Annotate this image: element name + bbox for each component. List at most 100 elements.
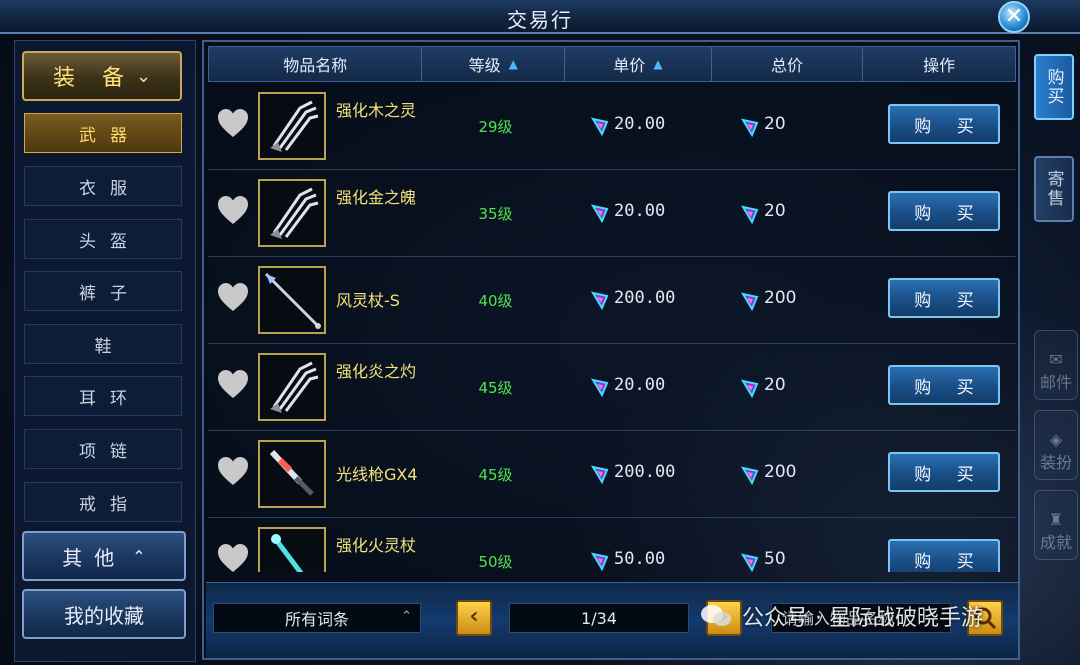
sort-up-icon: ▲: [508, 57, 518, 71]
column-header-action: 操作: [863, 47, 1015, 81]
header-label: 总价: [771, 56, 804, 75]
sidebar-item-earring[interactable]: 耳环: [24, 376, 182, 416]
favorite-heart-icon[interactable]: [216, 542, 250, 572]
title-bar: 交易行 ✕: [0, 0, 1080, 34]
sidebar-item-label: 戒指: [79, 494, 141, 515]
diamond-currency-icon: [590, 552, 609, 571]
table-row: 强化火灵杖 50级 50.00 50 购 买: [208, 519, 1016, 572]
sidebar-item-label: 衣服: [79, 178, 141, 199]
sidebar-item-label: 鞋: [94, 336, 126, 357]
item-name: 强化火灵杖: [336, 536, 417, 555]
favorite-heart-icon[interactable]: [216, 194, 250, 228]
staff-weapon-icon: [264, 272, 321, 329]
sidebar-item-ring[interactable]: 戒指: [24, 482, 182, 522]
item-level: 50级: [478, 553, 513, 571]
favorite-heart-icon[interactable]: [216, 455, 250, 489]
diamond-currency-icon: [590, 291, 609, 310]
header-label: 单价: [613, 56, 646, 75]
column-header-name[interactable]: 物品名称: [209, 47, 423, 81]
page-indicator: 1/34: [509, 603, 689, 633]
buy-button[interactable]: 购 买: [888, 365, 1000, 405]
diamond-currency-icon: [740, 466, 759, 485]
laser-gun-icon: [269, 449, 314, 496]
fire-staff-icon: [271, 534, 304, 572]
tab-mail[interactable]: ✉ 邮件: [1034, 330, 1078, 400]
tab-consign[interactable]: 寄售: [1034, 156, 1074, 222]
item-name: 强化木之灵: [336, 101, 417, 120]
sidebar-item-helmet[interactable]: 头盔: [24, 219, 182, 259]
sidebar-item-label: 裤子: [79, 283, 141, 304]
buy-button[interactable]: 购 买: [888, 278, 1000, 318]
sidebar-item-label: 耳环: [79, 388, 141, 409]
buy-button[interactable]: 购 买: [888, 452, 1000, 492]
item-thumbnail[interactable]: [258, 92, 326, 160]
tab-label: 成就: [1039, 533, 1072, 552]
sidebar-item-pants[interactable]: 裤子: [24, 271, 182, 311]
total-price: 20: [764, 375, 786, 395]
claw-weapon-icon: [270, 361, 319, 413]
wechat-icon: [701, 605, 731, 626]
window-title: 交易行: [507, 8, 573, 32]
total-price: 200: [764, 462, 797, 482]
sidebar-item-clothes[interactable]: 衣服: [24, 166, 182, 206]
item-name: 强化炎之灼: [336, 362, 417, 381]
header-label: 操作: [923, 56, 956, 75]
prev-page-button[interactable]: ‹: [456, 600, 492, 636]
tab-achievement[interactable]: ♜ 成就: [1034, 490, 1078, 560]
favorites-label: 我的收藏: [64, 603, 144, 628]
column-header-total-price[interactable]: 总价: [712, 47, 864, 81]
header-label: 物品名称: [283, 56, 348, 75]
sidebar-item-label: 武器: [79, 125, 141, 146]
category-other-button[interactable]: 其他 ⌃: [22, 531, 186, 581]
total-price: 200: [764, 288, 797, 308]
tab-outfit[interactable]: ◈ 装扮: [1034, 410, 1078, 480]
item-level: 45级: [478, 379, 513, 397]
item-level: 29级: [478, 118, 513, 136]
my-favorites-button[interactable]: 我的收藏: [22, 589, 186, 639]
unit-price: 20.00: [614, 114, 666, 134]
affix-filter-select[interactable]: 所有词条 ⌃: [213, 603, 421, 633]
diamond-currency-icon: [740, 379, 759, 398]
diamond-currency-icon: [740, 205, 759, 224]
item-thumbnail[interactable]: [258, 527, 326, 572]
item-thumbnail[interactable]: [258, 353, 326, 421]
close-icon: ✕: [1004, 4, 1024, 29]
buy-button[interactable]: 购 买: [888, 191, 1000, 231]
sidebar-item-weapon[interactable]: 武器: [24, 113, 182, 153]
claw-weapon-icon: [270, 187, 319, 239]
mail-icon: ✉: [1049, 350, 1063, 369]
unit-price: 50.00: [614, 549, 666, 569]
item-thumbnail[interactable]: [258, 440, 326, 508]
sidebar-item-necklace[interactable]: 项链: [24, 429, 182, 469]
close-button[interactable]: ✕: [998, 1, 1030, 33]
chevron-down-icon: ⌄: [135, 65, 152, 87]
favorite-heart-icon[interactable]: [216, 107, 250, 141]
buy-button[interactable]: 购 买: [888, 104, 1000, 144]
column-header-unit-price[interactable]: 单价 ▲: [565, 47, 712, 81]
diamond-currency-icon: [740, 292, 759, 311]
item-name: 强化金之魄: [336, 188, 417, 207]
claw-weapon-icon: [270, 100, 319, 152]
buy-button[interactable]: 购 买: [888, 539, 1000, 572]
item-thumbnail[interactable]: [258, 179, 326, 247]
table-row: 强化木之灵 29级 20.00 20 购 买: [208, 84, 1016, 170]
sidebar-item-shoes[interactable]: 鞋: [24, 324, 182, 364]
unit-price: 200.00: [614, 288, 676, 308]
column-header-level[interactable]: 等级 ▲: [422, 47, 566, 81]
favorite-heart-icon[interactable]: [216, 368, 250, 402]
category-sidebar: 装 备 ⌄ 武器 衣服 头盔 裤子 鞋 耳环 项链 戒指 其他 ⌃ 我的收藏: [14, 40, 196, 662]
diamond-currency-icon: [590, 378, 609, 397]
item-thumbnail[interactable]: [258, 266, 326, 334]
total-price: 20: [764, 114, 786, 134]
sort-up-icon: ▲: [653, 57, 663, 71]
item-name: 光线枪GX4: [336, 465, 418, 484]
listing-rows[interactable]: 强化木之灵 29级 20.00 20 购 买 强化金之魄 35级 20.00 2…: [208, 84, 1016, 572]
tab-buy[interactable]: 购买: [1034, 54, 1074, 120]
unit-price: 20.00: [614, 201, 666, 221]
item-level: 35级: [478, 205, 513, 223]
category-label: 装 备: [52, 66, 134, 91]
table-row: 光线枪GX4 45级 200.00 200 购 买: [208, 432, 1016, 518]
category-equipment-button[interactable]: 装 备 ⌄: [22, 51, 182, 101]
tab-label: 邮件: [1039, 373, 1072, 392]
favorite-heart-icon[interactable]: [216, 281, 250, 315]
